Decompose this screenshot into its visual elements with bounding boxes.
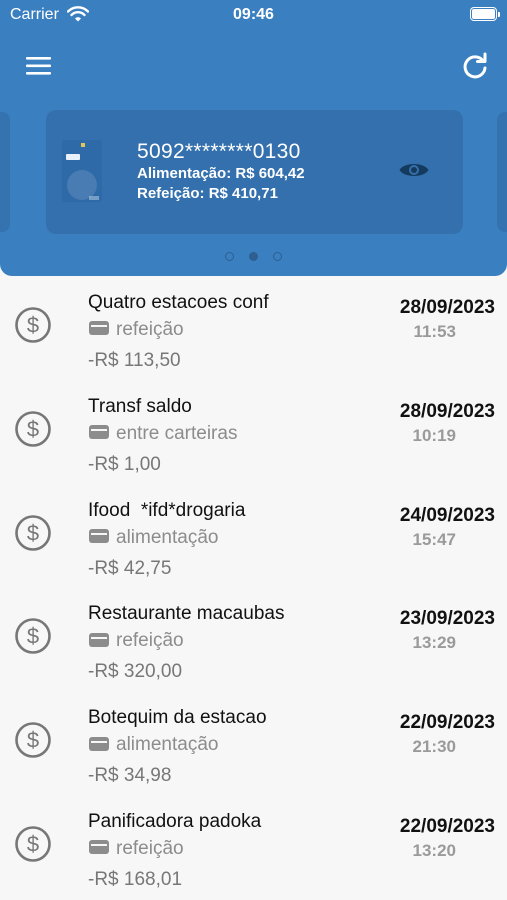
wallet-icon xyxy=(89,632,109,647)
transaction-amount: -R$ 113,50 xyxy=(88,350,181,371)
transaction-category-label: alimentação xyxy=(116,526,219,548)
transaction-date: 28/09/2023 xyxy=(399,400,495,422)
status-bar: Carrier 09:46 xyxy=(0,0,507,30)
transaction-name: Ifood *ifd*drogaria xyxy=(88,499,246,521)
transaction-item[interactable]: $ Panificadora padoka refeição -R$ 168,01 22… xyxy=(0,795,507,899)
wallet-icon xyxy=(89,529,109,544)
card-panel[interactable]: 5092********0130 Alimentação: R$ 604,42 … xyxy=(46,110,463,234)
dollar-circle-icon: $ xyxy=(15,410,51,447)
wallet-icon xyxy=(89,736,109,751)
transaction-category-label: entre carteiras xyxy=(116,422,238,444)
transaction-amount: -R$ 34,98 xyxy=(88,765,172,787)
transaction-item[interactable]: $ Quatro estacoes conf refeição -R$ 113,50 2… xyxy=(0,276,507,380)
transaction-category: entre carteiras xyxy=(88,423,237,445)
pager-dot[interactable] xyxy=(273,252,282,261)
transaction-category: alimentação xyxy=(88,527,218,549)
card-pager xyxy=(0,252,507,262)
transaction-name: Botequim da estacao xyxy=(88,707,267,729)
transaction-item[interactable]: $ Transf saldo entre carteiras -R$ 1,00 28/0… xyxy=(0,380,507,484)
transaction-date: 28/09/2023 xyxy=(399,297,495,318)
svg-text:$: $ xyxy=(27,728,39,753)
transaction-time: 10:19 xyxy=(412,425,456,445)
dollar-circle-icon: $ xyxy=(15,514,51,551)
transaction-amount: -R$ 42,75 xyxy=(88,557,172,579)
transaction-category: refeição xyxy=(88,319,184,341)
transaction-amount: -R$ 320,00 xyxy=(88,661,183,683)
transaction-time: 13:20 xyxy=(412,841,456,860)
transaction-date: 24/09/2023 xyxy=(399,504,495,526)
transaction-time: 15:47 xyxy=(412,529,456,549)
refresh-button[interactable] xyxy=(461,52,489,80)
pager-dot[interactable] xyxy=(225,252,234,261)
dollar-circle-icon: $ xyxy=(15,722,51,758)
menu-button[interactable] xyxy=(24,54,54,78)
transaction-category-label: refeição xyxy=(116,319,184,340)
svg-text:$: $ xyxy=(27,624,39,649)
svg-text:$: $ xyxy=(27,832,39,857)
card-image xyxy=(62,140,102,202)
transaction-name: Quatro estacoes conf xyxy=(88,292,269,313)
toggle-visibility-button[interactable] xyxy=(398,157,430,183)
transaction-date: 22/09/2023 xyxy=(399,816,495,837)
dollar-circle-icon: $ xyxy=(15,618,51,655)
wallet-icon xyxy=(89,321,109,336)
dollar-circle-icon: $ xyxy=(15,826,51,862)
dollar-circle-icon: $ xyxy=(15,307,51,343)
transaction-amount: -R$ 1,00 xyxy=(88,453,161,475)
transaction-category-label: refeição xyxy=(116,838,184,859)
transaction-category-label: alimentação xyxy=(116,734,219,756)
hamburger-menu-icon xyxy=(26,57,51,75)
wallet-icon xyxy=(89,425,109,440)
transaction-category-label: refeição xyxy=(116,630,184,652)
refresh-icon xyxy=(463,52,487,79)
eye-icon xyxy=(399,164,429,176)
transaction-item[interactable]: $ Botequim da estacao alimentação -R$ 34,98… xyxy=(0,691,507,795)
wallet-icon xyxy=(89,840,109,855)
status-time: 09:46 xyxy=(233,6,274,23)
svg-text:$: $ xyxy=(27,416,39,441)
card-number: 5092********0130 xyxy=(137,140,301,163)
transaction-name: Panificadora padoka xyxy=(88,811,262,832)
balance-alimentacao: Alimentação: R$ 604,42 xyxy=(137,165,305,182)
svg-text:$: $ xyxy=(27,520,39,545)
balance-refeicao: Refeição: R$ 410,71 xyxy=(137,185,278,202)
next-card-peek[interactable] xyxy=(497,112,507,232)
transaction-amount: -R$ 168,01 xyxy=(88,869,183,890)
transaction-date: 22/09/2023 xyxy=(399,712,495,734)
transaction-list: $ Quatro estacoes conf refeição -R$ 113,50 2… xyxy=(0,276,507,900)
transaction-time: 11:53 xyxy=(413,322,456,341)
transaction-time: 21:30 xyxy=(412,737,456,757)
header: Carrier 09:46 5092********0130 Alimentaç… xyxy=(0,0,507,276)
transaction-category: alimentação xyxy=(88,734,218,756)
transaction-name: Restaurante macaubas xyxy=(88,603,285,625)
transaction-date: 23/09/2023 xyxy=(399,608,495,630)
transaction-item[interactable]: $ Ifood *ifd*drogaria alimentação -R$ 42,75… xyxy=(0,484,507,588)
transaction-name: Transf saldo xyxy=(88,395,192,417)
battery-icon xyxy=(470,7,500,21)
pager-dot-active[interactable] xyxy=(249,252,258,261)
transaction-time: 13:29 xyxy=(412,633,456,653)
transaction-category: refeição xyxy=(88,630,184,652)
transaction-category: refeição xyxy=(88,838,184,860)
previous-card-peek[interactable] xyxy=(0,112,10,232)
svg-text:$: $ xyxy=(27,313,39,338)
transaction-item[interactable]: $ Restaurante macaubas refeição -R$ 320,00 2… xyxy=(0,587,507,691)
